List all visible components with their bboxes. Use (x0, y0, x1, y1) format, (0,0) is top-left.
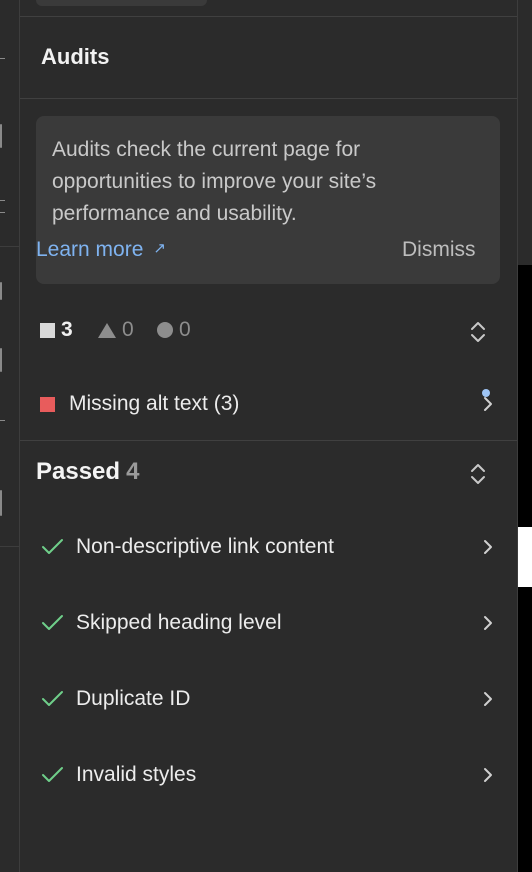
panel-divider (20, 98, 517, 99)
error-square-icon (40, 396, 55, 412)
notice-count-value: 0 (179, 318, 191, 341)
learn-more-label: Learn more (36, 238, 144, 261)
error-count-value: 3 (61, 318, 73, 341)
panel-title: Audits (41, 44, 110, 69)
toolbar-mark (0, 348, 2, 372)
passed-item-label: Skipped heading level (76, 611, 282, 634)
external-arrow-icon: ↗ (153, 240, 166, 257)
chevron-right-icon (481, 689, 495, 709)
panel-divider (20, 16, 517, 17)
check-icon (40, 689, 66, 709)
error-count[interactable]: 3 (40, 318, 73, 342)
panel-divider (20, 440, 517, 441)
chevron-right-icon (481, 537, 495, 557)
toolbar-mark (0, 420, 5, 421)
passed-item-label: Duplicate ID (76, 687, 191, 710)
check-icon (40, 613, 66, 633)
passed-item[interactable]: Non-descriptive link content (40, 531, 495, 563)
dismiss-button[interactable]: Dismiss (402, 238, 476, 262)
toolbar-mark (0, 124, 2, 148)
check-icon (40, 765, 66, 785)
issue-row-missing-alt-text[interactable]: Missing alt text (3) (40, 388, 495, 420)
toolbar-mark (0, 282, 2, 300)
passed-item-label: Non-descriptive link content (76, 535, 334, 558)
notice-circle-icon (157, 322, 173, 338)
canvas-edge (517, 0, 532, 872)
error-square-icon (40, 322, 55, 338)
warning-count-value: 0 (122, 318, 134, 341)
warning-triangle-icon (98, 322, 116, 338)
passed-count: 4 (126, 458, 140, 485)
left-toolbar (0, 0, 20, 872)
learn-more-link[interactable]: Learn more ↗ (36, 238, 166, 262)
passed-item-label: Invalid styles (76, 763, 197, 786)
unread-indicator-dot (482, 389, 490, 397)
canvas-light-area (518, 527, 532, 587)
passed-title: Passed (36, 458, 121, 485)
collapse-toggle-icon[interactable] (469, 461, 487, 487)
warning-count[interactable]: 0 (98, 318, 134, 342)
passed-item[interactable]: Invalid styles (40, 759, 495, 791)
toolbar-divider (0, 546, 19, 547)
audits-panel: Audits Audits check the current page for… (20, 0, 517, 872)
toolbar-mark (0, 200, 5, 201)
toolbar-mark (0, 490, 2, 516)
passed-item[interactable]: Skipped heading level (40, 607, 495, 639)
issue-label: Missing alt text (3) (69, 392, 240, 415)
check-icon (40, 537, 66, 557)
chevron-right-icon (481, 613, 495, 633)
chevron-right-icon (481, 765, 495, 785)
sort-toggle-icon[interactable] (469, 319, 487, 345)
top-tab-stub[interactable] (36, 0, 207, 6)
toolbar-divider (0, 246, 19, 247)
notice-count[interactable]: 0 (157, 318, 191, 342)
toolbar-mark (0, 212, 5, 213)
chevron-right-icon (481, 394, 495, 414)
toolbar-mark (0, 58, 5, 59)
passed-item[interactable]: Duplicate ID (40, 683, 495, 715)
info-text: Audits check the current page for opport… (52, 138, 377, 225)
passed-section-heading[interactable]: Passed 4 (36, 458, 139, 486)
